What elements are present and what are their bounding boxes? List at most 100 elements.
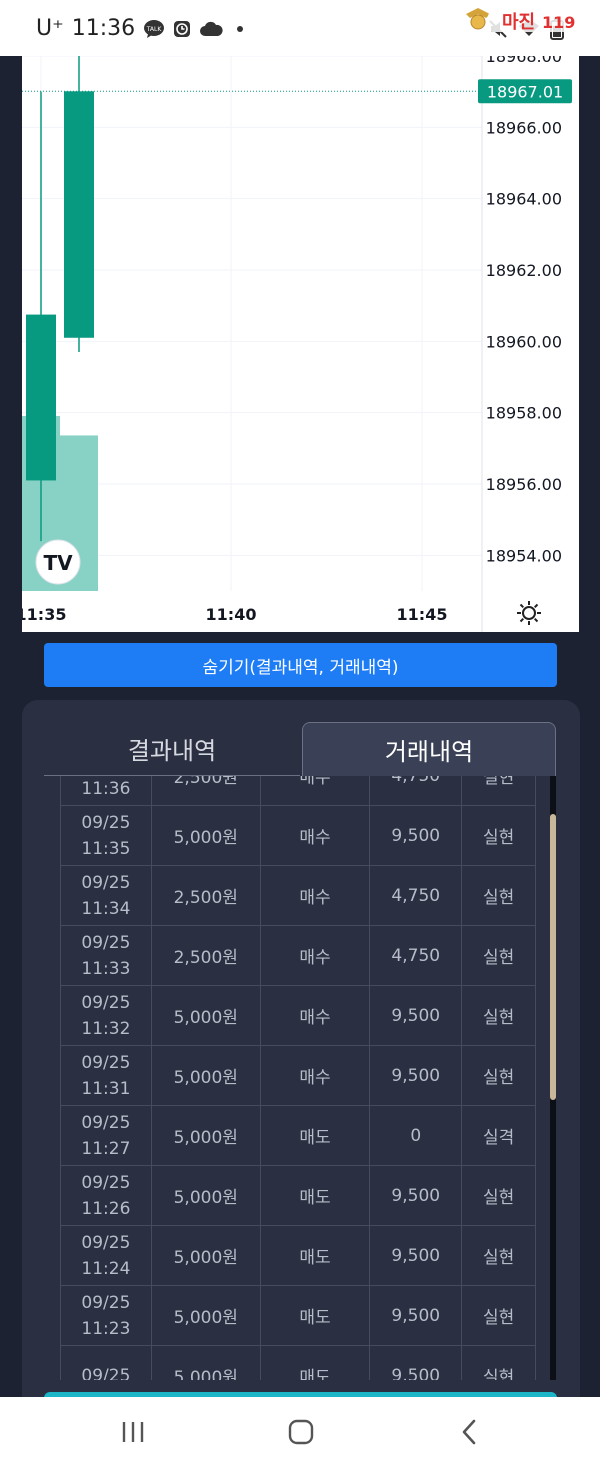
trade-date: 09/25 [81,1292,131,1313]
tab-results[interactable]: 결과내역 [44,722,300,776]
price-tick-label: 18960.00 [486,332,562,351]
trade-result: 실현 [461,1045,536,1106]
trade-row: 09/25 11:32 5,000원 매수 9,500 실현 [60,985,536,1046]
svg-text:119: 119 [542,13,575,32]
trade-payout: 0 [369,1105,463,1166]
trade-amount: 5,000원 [150,1105,261,1166]
trade-amount: 5,000원 [150,805,261,866]
trade-result: 실현 [461,985,536,1046]
trade-payout: 9,500 [369,1165,463,1226]
trade-side: 매도 [259,1225,371,1286]
trade-amount: 5,000원 [150,1165,261,1226]
trade-payout: 9,500 [369,805,463,866]
trade-amount: 5,000원 [150,1285,261,1346]
status-time: 11:36 [71,16,136,41]
trade-payout: 4,750 [369,925,463,986]
price-tick-label: 18964.00 [486,190,562,209]
trade-time: 11:35 [81,838,131,859]
scrollbar-thumb[interactable] [550,814,556,1100]
trade-date: 09/25 [81,1232,131,1253]
tradingview-logo-text: TV [43,551,73,575]
trade-side: 매수 [259,865,371,926]
trade-row: 09/25 11:24 5,000원 매도 9,500 실현 [60,1225,536,1286]
time-tick-label: 11:40 [206,605,257,624]
trade-payout: 9,500 [369,1285,463,1346]
price-chart[interactable]: 18968.00 18966.00 18964.00 18962.00 18960.00… [22,56,579,632]
trade-row: 09/25 11:33 2,500원 매수 4,750 실현 [60,925,536,986]
trade-amount: 5,000원 [150,1225,261,1286]
talk-icon: TALK [143,19,165,39]
trade-side: 매도 [259,1105,371,1166]
trade-datetime: 09/25 11:27 [60,1105,152,1166]
trade-date: 09/25 [81,1365,131,1381]
trade-date: 09/25 [81,1112,131,1133]
tab-trades[interactable]: 거래내역 [302,722,556,776]
trade-side: 매수 [259,805,371,866]
svg-text:TALK: TALK [146,26,163,33]
chart-settings-icon[interactable] [516,600,542,626]
candle-body [26,314,56,481]
trade-time: 11:33 [81,958,131,979]
trade-table-viewport[interactable]: 09/2511:362,500원매수4,750실현09/2511:355,000… [60,776,536,1380]
trade-result: 실격 [461,1105,536,1166]
trade-time: 11:26 [81,1198,131,1219]
notification-dot [237,25,244,32]
trade-time: 11:24 [81,1258,131,1279]
candlestick-chart-svg[interactable]: 18968.00 18966.00 18964.00 18962.00 18960.00… [22,56,579,632]
trade-result: 실현 [461,865,536,926]
trade-amount: 5,000원 [150,985,261,1046]
trade-amount: 5,000원 [150,1345,261,1380]
trade-side: 매수 [259,925,371,986]
price-tick-label: 18962.00 [486,261,562,280]
trade-row: 09/25 11:27 5,000원 매도 0 실격 [60,1105,536,1166]
trade-row: 09/25 11:31 5,000원 매수 9,500 실현 [60,1045,536,1106]
candle-body [64,91,94,338]
price-tick-label: 18968.00 [486,56,562,66]
trade-time: 11:36 [81,778,131,799]
trade-date: 09/25 [81,932,131,953]
trade-side: 매수 [259,776,371,806]
trade-amount: 2,500원 [150,865,261,926]
trade-result: 실현 [461,776,536,806]
trade-side: 매도 [259,1345,371,1380]
trade-datetime: 09/2511:36 [60,776,152,806]
trade-datetime: 09/25 11:33 [60,925,152,986]
trade-date: 09/25 [81,872,131,893]
trade-row: 09/25 11:23 5,000원 매도 9,500 실현 [60,1285,536,1346]
clock-icon [173,20,191,38]
recent-apps-icon[interactable] [113,1415,153,1449]
trade-datetime: 09/25 11:35 [60,805,152,866]
trade-amount: 5,000원 [150,1045,261,1106]
home-icon[interactable] [281,1415,321,1449]
trade-datetime: 09/25 11:31 [60,1045,152,1106]
trade-result: 실현 [461,805,536,866]
last-price-marker: 18967.01 [22,79,572,104]
trade-payout: 4,750 [369,865,463,926]
trade-amount: 2,500원 [150,925,261,986]
trade-payout: 9,500 [369,985,463,1046]
price-tick-label: 18956.00 [486,475,562,494]
trade-date: 09/25 [81,992,131,1013]
time-axis: 11:35 11:40 11:45 [22,605,447,624]
trade-datetime: 09/25 11:32 [60,985,152,1046]
trade-row: 09/25 11:26 5,000원 매도 9,500 실현 [60,1165,536,1226]
trade-result: 실현 [461,1345,536,1380]
price-tick-label: 18954.00 [486,546,562,565]
time-tick-label: 11:45 [397,605,448,624]
watermark-logo: 마진 119 [460,4,590,38]
trade-row: 09/2511:362,500원매수4,750실현 [60,776,536,806]
tradingview-logo[interactable]: TV [35,539,81,585]
trade-payout: 9,500 [369,1345,463,1380]
trade-payout: 9,500 [369,1045,463,1106]
history-tabs: 결과내역 거래내역 [44,722,556,776]
trade-side: 매수 [259,1045,371,1106]
trade-result: 실현 [461,1285,536,1346]
price-tick-label: 18966.00 [486,118,562,137]
trade-date: 09/25 [81,812,131,833]
back-icon[interactable] [449,1415,489,1449]
trade-datetime: 09/25 11:26 [60,1165,152,1226]
trade-payout: 9,500 [369,1225,463,1286]
hide-history-button[interactable]: 숨기기(결과내역, 거래내역) [44,643,557,687]
trade-row: 09/25 11:34 2,500원 매수 4,750 실현 [60,865,536,926]
price-axis: 18968.00 18966.00 18964.00 18962.00 18960.00… [486,56,562,565]
